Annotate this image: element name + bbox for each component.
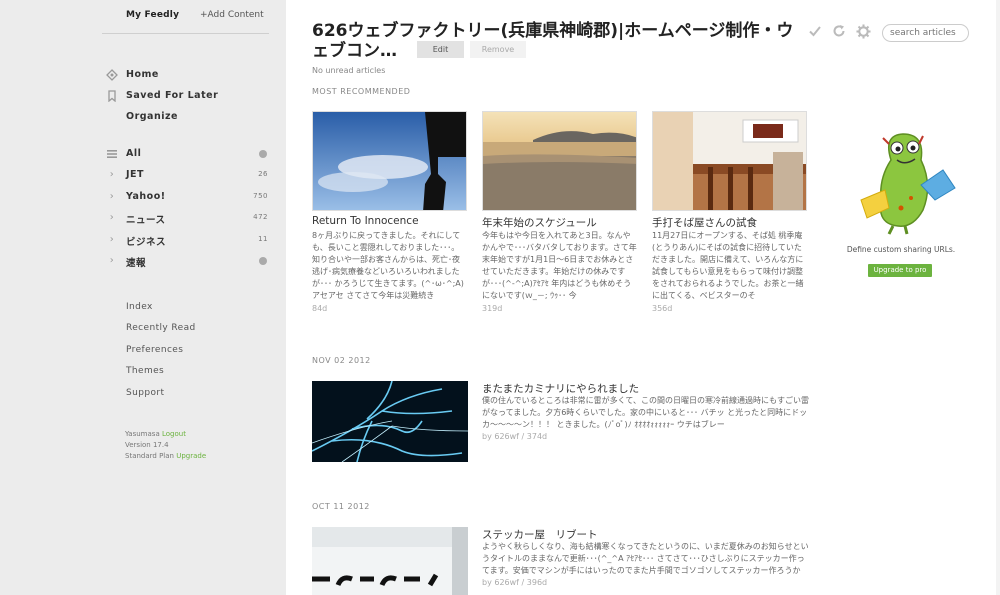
- article-meta: by 626wf / 396d: [482, 578, 548, 587]
- article-entry[interactable]: またまたカミナリにやられました 僕の住んでいるところは非常に雷が多くて、この間の…: [312, 381, 812, 463]
- account-username: Yasumasa: [125, 430, 160, 438]
- logout-link[interactable]: Logout: [162, 430, 186, 438]
- feed-label: ニュース: [126, 215, 166, 226]
- upgrade-link[interactable]: Upgrade: [176, 452, 206, 460]
- feed-count: 26: [258, 170, 268, 178]
- article-entry[interactable]: ステッカー屋 リブート ようやく秋らしくなり、海も結構寒くなってきたというのに、…: [312, 527, 812, 595]
- bookmark-icon: [106, 90, 118, 103]
- version-text: Version 17.4: [125, 441, 169, 449]
- sidebar-item-label: Home: [126, 69, 159, 80]
- account-plan-row: Standard Plan Upgrade: [125, 451, 206, 462]
- article-age: 84d: [312, 304, 328, 313]
- page-title: 626ウェブファクトリー(兵庫県神崎郡)|ホームページ制作・ウェブコン…: [312, 21, 794, 61]
- chevron-right-icon[interactable]: ›: [106, 255, 118, 267]
- article-thumbnail[interactable]: [652, 111, 807, 211]
- article-title[interactable]: Return To Innocence: [312, 215, 467, 227]
- article-snippet: 今年もはや今日を入れてあと3日。なんやかんやで･･･バタバタしております。さて年…: [482, 231, 637, 300]
- list-icon: [106, 148, 118, 160]
- sidebar-item-saved[interactable]: Saved For Later: [104, 89, 274, 105]
- sidebar-feed-jet[interactable]: › JET 26: [104, 168, 274, 184]
- tab-add-content[interactable]: +Add Content: [200, 10, 264, 20]
- article-title[interactable]: 手打そば屋さんの試食: [652, 215, 807, 230]
- remove-button[interactable]: Remove: [470, 41, 526, 58]
- feed-label: 速報: [126, 258, 147, 269]
- sidebar-feed-news[interactable]: › ニュース 472: [104, 211, 274, 227]
- section-date: OCT 11 2012: [312, 502, 370, 511]
- sidebar-link-support[interactable]: Support: [126, 388, 164, 398]
- article-age: 356d: [652, 304, 673, 313]
- article-thumbnail[interactable]: [312, 381, 468, 462]
- edit-button[interactable]: Edit: [417, 41, 464, 58]
- promo-panel: Define custom sharing URLs. Upgrade to p…: [841, 130, 961, 280]
- sidebar-item-label: Organize: [126, 111, 178, 122]
- article-title[interactable]: 年末年始のスケジュール: [482, 215, 637, 230]
- article-card[interactable]: 年末年始のスケジュール 今年もはや今日を入れてあと3日。なんやかんやで･･･バタ…: [482, 111, 637, 316]
- feed-count: 750: [253, 192, 268, 200]
- article-snippet: ようやく秋らしくなり、海も結構寒くなってきたというのに、いまだ夏休みのお知らせと…: [482, 542, 809, 575]
- sidebar-item-label: Saved For Later: [126, 90, 219, 101]
- article-thumbnail[interactable]: [312, 111, 467, 211]
- article-thumbnail[interactable]: [312, 527, 468, 595]
- tab-my-feedly[interactable]: My Feedly: [126, 10, 179, 20]
- unread-status: No unread articles: [312, 66, 386, 75]
- feed-count: 472: [253, 213, 268, 221]
- article-snippet: 11月27日にオープンする、そば処 桃季庵(とうりあん)にそばの試食に招待してい…: [652, 231, 804, 300]
- refresh-icon[interactable]: [830, 24, 848, 42]
- article-card[interactable]: Return To Innocence 8ヶ月ぶりに戻ってきました。それにしても…: [312, 111, 467, 316]
- sidebar-feed-yahoo[interactable]: › Yahoo! 750: [104, 190, 274, 206]
- feed-label: ビジネス: [126, 237, 167, 248]
- sidebar-item-home[interactable]: Home: [104, 68, 274, 84]
- main-content: 626ウェブファクトリー(兵庫県神崎郡)|ホームページ制作・ウェブコン… Edi…: [286, 0, 1000, 595]
- sidebar-link-themes[interactable]: Themes: [126, 366, 164, 376]
- article-snippet: 8ヶ月ぶりに戻ってきました。それにしても、長いこと雲隠れしておりました･･･。知…: [312, 231, 464, 300]
- sidebar-link-preferences[interactable]: Preferences: [126, 345, 183, 355]
- chevron-right-icon[interactable]: ›: [106, 169, 118, 181]
- section-label-most-recommended: MOST RECOMMENDED: [312, 87, 411, 96]
- article-snippet: 僕の住んでいるところは非常に雷が多くて、この間の日曜日の寒冷前線通過時にもすごい…: [482, 396, 809, 429]
- article-card[interactable]: 手打そば屋さんの試食 11月27日にオープンする、そば処 桃季庵(とうりあん)に…: [652, 111, 807, 316]
- chevron-right-icon[interactable]: ›: [106, 191, 118, 203]
- sidebar-feed-business[interactable]: › ビジネス 11: [104, 233, 274, 249]
- account-info: Yasumasa Logout Version 17.4 Standard Pl…: [125, 429, 206, 462]
- article-thumbnail[interactable]: [482, 111, 637, 211]
- sidebar-item-label: All: [126, 148, 142, 159]
- sidebar-link-recently-read[interactable]: Recently Read: [126, 323, 196, 333]
- plan-text: Standard Plan: [125, 452, 174, 460]
- article-age: 319d: [482, 304, 503, 313]
- sidebar: My Feedly +Add Content Home Saved For La…: [0, 0, 286, 595]
- sidebar-tabs: My Feedly +Add Content: [102, 10, 269, 34]
- promo-text: Define custom sharing URLs.: [846, 245, 956, 254]
- article-title[interactable]: またまたカミナリにやられました: [482, 381, 639, 396]
- scrollbar[interactable]: [996, 0, 1000, 595]
- article-meta: by 626wf / 374d: [482, 432, 548, 441]
- section-date: NOV 02 2012: [312, 356, 371, 365]
- unread-dot: [259, 150, 267, 158]
- sidebar-item-all[interactable]: All: [104, 147, 274, 163]
- checkmark-icon[interactable]: [806, 24, 824, 42]
- unread-dot: [259, 257, 267, 265]
- mascot-icon: [860, 133, 956, 235]
- gear-icon[interactable]: [854, 24, 872, 42]
- chevron-right-icon[interactable]: ›: [106, 234, 118, 246]
- home-icon: [106, 69, 118, 81]
- feed-label: Yahoo!: [126, 191, 166, 202]
- account-user-row: Yasumasa Logout: [125, 429, 206, 440]
- chevron-right-icon[interactable]: ›: [106, 212, 118, 224]
- sidebar-item-organize[interactable]: Organize: [104, 110, 274, 126]
- search-input[interactable]: [882, 24, 969, 42]
- sidebar-feed-breaking[interactable]: › 速報: [104, 254, 274, 270]
- article-title[interactable]: ステッカー屋 リブート: [482, 527, 598, 542]
- sidebar-link-index[interactable]: Index: [126, 302, 153, 312]
- feed-count: 11: [258, 235, 268, 243]
- upgrade-to-pro-button[interactable]: Upgrade to pro: [868, 264, 932, 277]
- feed-label: JET: [126, 169, 145, 180]
